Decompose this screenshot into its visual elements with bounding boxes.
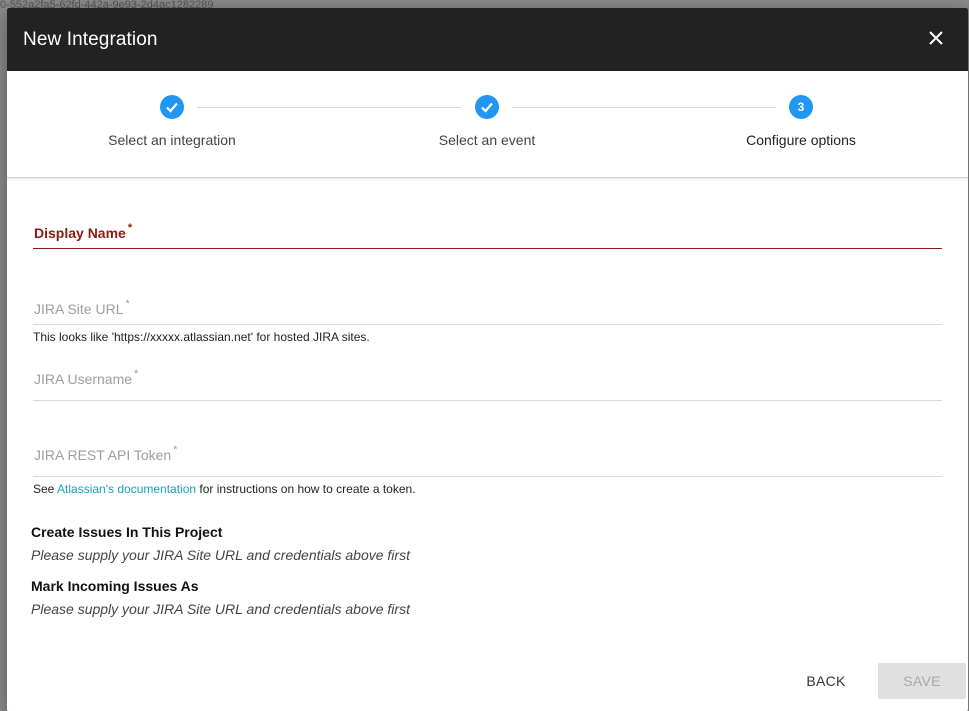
close-button[interactable] bbox=[920, 24, 952, 56]
dialog-header: New Integration bbox=[7, 8, 968, 71]
jira-api-token-field[interactable]: JIRA REST API Token * bbox=[33, 443, 942, 477]
create-issues-title: Create Issues In This Project bbox=[31, 524, 223, 540]
step-select-event[interactable]: Select an event bbox=[377, 95, 597, 148]
dialog-footer: BACK SAVE bbox=[782, 659, 966, 703]
mark-incoming-title: Mark Incoming Issues As bbox=[31, 578, 199, 594]
save-button[interactable]: SAVE bbox=[878, 663, 966, 699]
atlassian-docs-link[interactable]: Atlassian's documentation bbox=[57, 482, 196, 496]
mark-incoming-note: Please supply your JIRA Site URL and cre… bbox=[31, 601, 410, 617]
step-label: Configure options bbox=[746, 132, 856, 148]
site-url-helper-text: This looks like 'https://xxxxx.atlassian… bbox=[33, 330, 370, 344]
step-label: Select an event bbox=[438, 132, 536, 148]
jira-api-token-label: JIRA REST API Token * bbox=[34, 444, 178, 463]
step-label: Select an integration bbox=[108, 132, 236, 148]
step-configure-options: 3 Configure options bbox=[691, 95, 911, 148]
configure-form: Display Name * JIRA Site URL * This looks … bbox=[7, 222, 968, 617]
back-button[interactable]: BACK bbox=[782, 663, 870, 699]
display-name-field[interactable]: Display Name * bbox=[33, 222, 942, 249]
stepper: Select an integration Select an event 3 … bbox=[7, 71, 968, 178]
api-token-helper-text: See Atlassian's documentation for instru… bbox=[33, 482, 416, 496]
jira-site-url-label: JIRA Site URL * bbox=[34, 298, 130, 317]
step-select-integration[interactable]: Select an integration bbox=[62, 95, 282, 148]
create-issues-note: Please supply your JIRA Site URL and cre… bbox=[31, 547, 410, 563]
new-integration-dialog: New Integration Select an integration Se… bbox=[7, 8, 968, 711]
display-name-label: Display Name * bbox=[34, 222, 133, 241]
close-icon bbox=[929, 28, 943, 51]
check-icon bbox=[475, 95, 499, 119]
jira-username-label: JIRA Username * bbox=[34, 368, 139, 387]
dialog-title: New Integration bbox=[23, 28, 158, 50]
jira-site-url-field[interactable]: JIRA Site URL * bbox=[33, 297, 942, 325]
check-icon bbox=[160, 95, 184, 119]
jira-username-field[interactable]: JIRA Username * bbox=[33, 367, 942, 401]
step-number-badge: 3 bbox=[789, 95, 813, 119]
